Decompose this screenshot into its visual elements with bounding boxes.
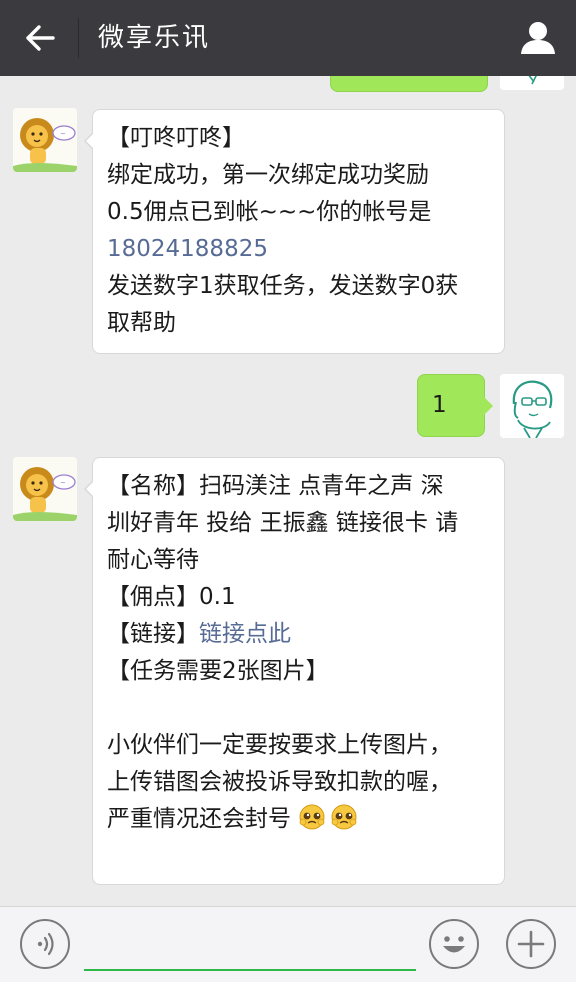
svg-text:~: ~ [60, 130, 66, 138]
message-text: 1 [432, 392, 447, 418]
message-text-line: 【链接】链接点此 [107, 616, 490, 653]
chat-title: 微享乐讯 [98, 23, 211, 53]
message-text-input[interactable] [84, 927, 416, 971]
message-text-line: 绑定成功，第一次绑定成功奖励 [107, 162, 429, 188]
message-text-line: 上传错图会被投诉导致扣款的喔， [107, 769, 452, 795]
message-text-line: 取帮助 [107, 310, 176, 336]
previous-user-avatar [500, 76, 564, 90]
message-text-line: 耐心等待 [107, 547, 199, 573]
received-message-bubble[interactable]: 【叮咚叮咚】 绑定成功，第一次绑定成功奖励 0.5佣点已到帐~~~你的帐号是 1… [84, 109, 505, 354]
message-text-line: 【名称】扫码渼注 点青年之声 深 [107, 473, 444, 499]
smiley-icon [443, 936, 465, 953]
bot-avatar[interactable]: ~ [13, 108, 77, 172]
task-link[interactable]: 链接点此 [199, 621, 291, 647]
plus-icon [517, 930, 545, 958]
link-label: 【链接】 [107, 621, 199, 647]
message-text-line: 【任务需要2张图片】 [107, 658, 329, 684]
message-text: 严重情况还会封号 [107, 806, 291, 832]
header-divider [78, 18, 79, 58]
lion-icon: ~ [13, 108, 77, 172]
svg-text:~: ~ [60, 479, 66, 487]
message-text-line: 圳好青年 投给 王振鑫 链接很卡 请 [107, 510, 459, 536]
chat-message-list[interactable]: ~ 【叮咚叮咚】 绑定成功，第一次绑定成功奖励 0.5佣点已到帐~~~你的帐号是… [0, 76, 576, 906]
message-input-bar [0, 906, 576, 982]
phone-number-link[interactable]: 18024188825 [107, 231, 490, 268]
arrow-left-icon [26, 25, 55, 51]
message-text-line: 【叮咚叮咚】 [107, 125, 245, 151]
sent-message-bubble[interactable]: 1 [417, 374, 493, 437]
user-portrait-icon [500, 374, 564, 438]
user-avatar[interactable] [500, 374, 564, 438]
message-text-line: 严重情况还会封号 [107, 801, 490, 838]
profile-button[interactable] [518, 18, 558, 58]
voice-icon [37, 932, 54, 956]
bot-avatar[interactable]: ~ [13, 457, 77, 521]
add-button[interactable] [506, 919, 556, 969]
emoji-button[interactable] [429, 919, 479, 969]
lion-icon: ~ [13, 457, 77, 521]
pleading-face-icon [299, 804, 325, 830]
message-text-line: 发送数字1获取任务，发送数字0获 [107, 273, 459, 299]
person-icon [521, 22, 555, 54]
message-text-line: 小伙伴们一定要按要求上传图片， [107, 732, 452, 758]
message-text-line: 0.5佣点已到帐~~~你的帐号是 [107, 199, 432, 225]
pleading-face-icon [331, 804, 357, 830]
top-navigation-bar: 微享乐讯 [0, 0, 576, 76]
voice-button[interactable] [20, 919, 70, 969]
received-message-bubble[interactable]: 【名称】扫码渼注 点青年之声 深 圳好青年 投给 王振鑫 链接很卡 请 耐心等待… [84, 457, 505, 885]
back-button[interactable] [20, 20, 60, 56]
previous-sent-bubble [330, 76, 488, 92]
message-text-line: 【佣点】0.1 [107, 584, 236, 610]
